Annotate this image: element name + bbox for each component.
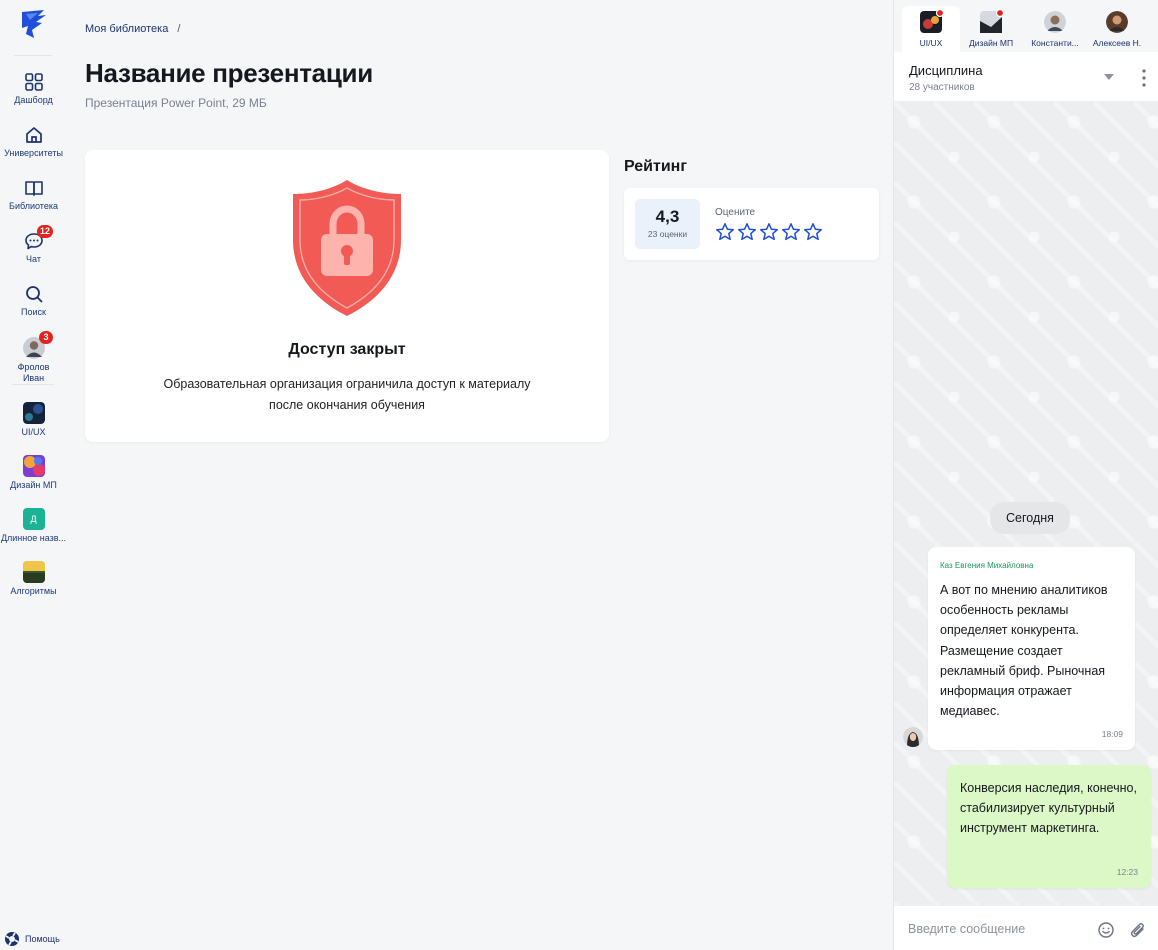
chevron-down-icon[interactable] [1104,74,1114,80]
attachment-icon[interactable] [1130,921,1146,939]
chat-tab-uiux[interactable]: UI/UX [902,6,960,52]
chat-avatar [1044,11,1066,33]
course-initial: Д [22,508,45,530]
star-icon[interactable] [759,222,779,242]
course-thumbnail [22,402,45,424]
message-composer [894,905,1158,950]
divider [14,55,52,56]
star-icon[interactable] [781,222,801,242]
message-text: А вот по мнению аналитиков особенность р… [940,583,1108,719]
sidebar-item-label: Библиотека [9,201,58,211]
message-input[interactable] [908,918,1088,940]
sidebar-item-course-design[interactable]: Дизайн МП [0,455,67,491]
star-icon[interactable] [715,222,735,242]
sidebar-item-course-algorithms[interactable]: Алгоритмы [0,561,67,597]
profile-badge: 3 [39,331,53,344]
sidebar-item-dashboard[interactable]: Дашборд [0,72,67,106]
chat-messages: Сегодня Каз Евгения Михайловна А вот по … [894,102,1158,905]
sidebar-item-label: Чат [26,254,41,264]
sidebar-item-label: Университеты [4,148,63,158]
chat-tab-alekseev[interactable]: Алексеев Н. [1088,6,1146,52]
search-icon [25,286,42,303]
rating-card: 4,3 23 оценки Оцените [624,188,879,260]
date-divider: Сегодня [990,502,1070,534]
sidebar-item-profile[interactable]: 3 Фролов Иван [0,331,67,384]
home-icon [25,127,42,143]
page-title: Название презентации [85,58,373,88]
rating-score: 4,3 23 оценки [635,199,700,249]
sidebar-item-label: Фролов Иван [17,362,50,383]
chat-tab-konstantin[interactable]: Константи... [1024,6,1086,52]
sidebar-item-course-uiux[interactable]: UI/UX [0,402,67,438]
sidebar-item-label: Поиск [21,307,46,317]
sidebar-item-label: Дашборд [14,95,53,105]
help-link[interactable]: Помощь [4,931,60,947]
breadcrumb-item-library[interactable]: Моя библиотека [85,23,168,35]
message-author[interactable]: Каз Евгения Михайловна [940,561,1033,570]
sidebar-item-label: Длинное назв... [0,533,67,543]
more-vertical-icon[interactable] [1142,69,1146,87]
chat-tabs: UI/UX Дизайн МП Константи... Алексеев Н. [894,0,1158,52]
page-subtitle: Презентация Power Point, 29 МБ [85,96,267,110]
sidebar-item-course-long[interactable]: Д Длинное назв... [0,508,67,544]
sidebar-item-library[interactable]: Библиотека [0,178,67,212]
chat-tab-design[interactable]: Дизайн МП [962,6,1020,52]
access-denied-card: Доступ закрыт Образовательная организаци… [85,150,609,442]
rating-count: 23 оценки [647,229,688,239]
sidebar-item-chat[interactable]: 12 Чат [0,225,67,265]
star-icon[interactable] [803,222,823,242]
rate-label: Оцените [715,207,756,218]
star-rating-input [715,222,823,242]
chat-unread-badge: 12 [37,225,54,238]
course-thumbnail [22,561,45,583]
lifebuoy-icon [5,932,19,946]
chat-avatar [1106,11,1128,33]
chat-tab-label: UI/UX [919,38,943,48]
chat-tab-label: Константи... [1031,38,1079,48]
sidebar-item-universities[interactable]: Университеты [0,125,67,159]
emoji-icon[interactable] [1098,922,1114,938]
chat-panel: UI/UX Дизайн МП Константи... Алексеев Н.… [893,0,1158,950]
chat-avatar [920,8,945,33]
message-time: 18:09 [1101,729,1123,739]
access-description: Образовательная организация ограничила д… [163,377,531,412]
breadcrumb: Моя библиотека / [85,23,180,35]
message-outgoing: Конверсия наследия, конечно, стабилизиру… [947,765,1151,888]
chat-members-count: 28 участников [909,82,975,93]
dashboard-icon [24,73,43,91]
sidebar-item-label: Алгоритмы [10,586,57,596]
course-thumbnail [22,455,45,477]
chat-avatar [980,8,1005,33]
chat-tab-label: Дизайн МП [968,38,1014,48]
sidebar-item-label: UI/UX [21,427,46,437]
sidebar-item-search[interactable]: Поиск [0,284,67,318]
book-icon [24,181,43,196]
chat-title: Дисциплина [909,63,983,78]
rating-heading: Рейтинг [624,158,688,175]
divider [12,384,54,385]
shield-lock-icon [293,180,401,316]
logo-icon[interactable] [18,8,48,42]
message-time: 12:23 [1116,867,1138,877]
sidebar-item-label: Дизайн МП [10,480,57,490]
help-label: Помощь [25,934,60,944]
chat-header: Дисциплина 28 участников [894,52,1158,102]
rating-value: 4,3 [655,207,680,226]
star-icon[interactable] [737,222,757,242]
breadcrumb-separator: / [177,23,181,35]
access-title: Доступ закрыт [288,341,406,358]
chat-tab-label: Алексеев Н. [1092,38,1142,48]
message-incoming: Каз Евгения Михайловна А вот по мнению а… [928,547,1135,750]
message-text: Конверсия наследия, конечно, стабилизиру… [960,781,1137,836]
sidebar-nav: Дашборд Университеты Библиотека 12 Чат П… [0,0,67,950]
avatar[interactable] [903,727,923,747]
